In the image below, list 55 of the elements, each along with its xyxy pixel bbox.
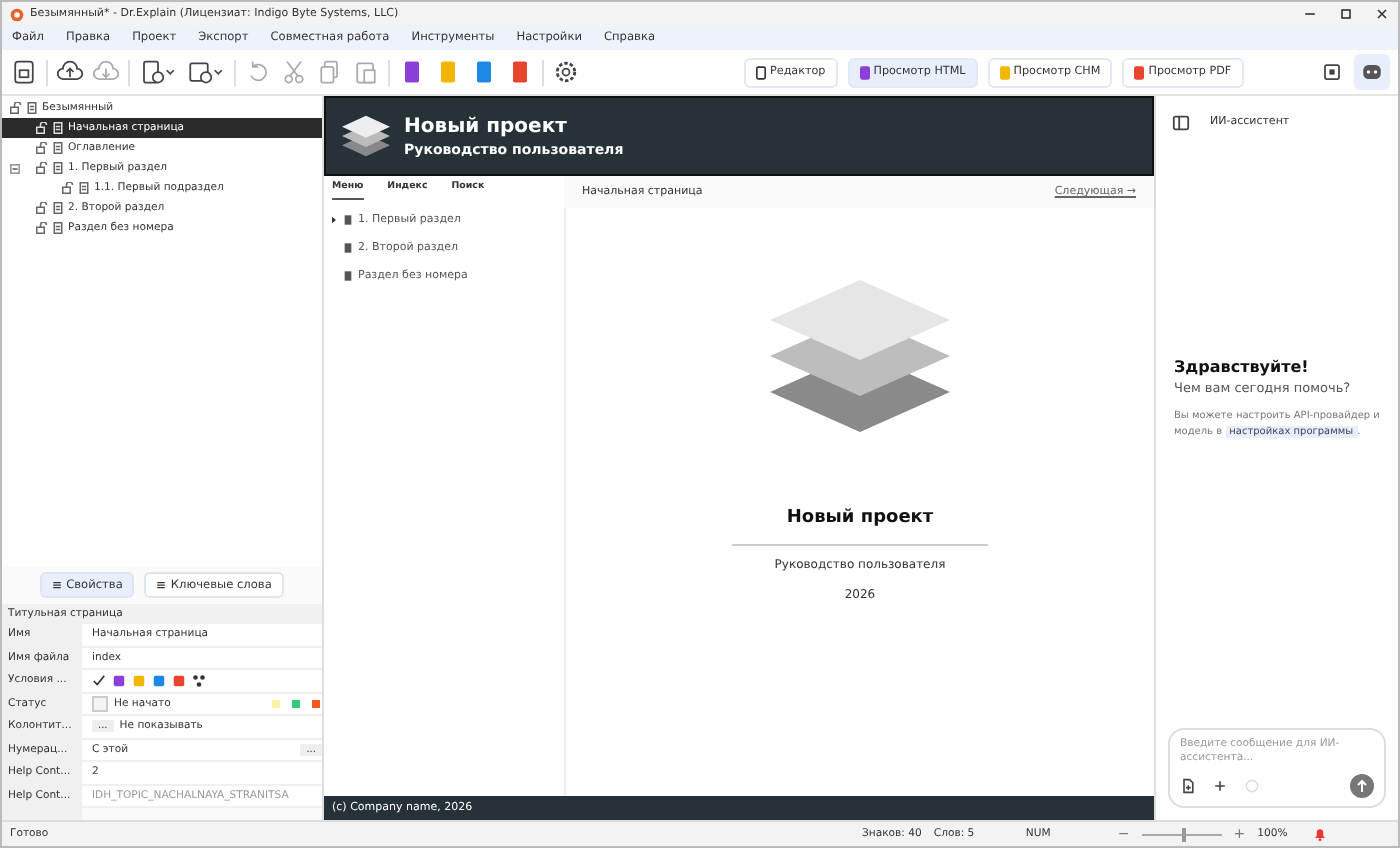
status-checkbox[interactable] — [92, 695, 108, 712]
expand-arrow-icon[interactable] — [330, 216, 338, 224]
status-color[interactable] — [312, 699, 320, 708]
spinner-icon — [1244, 778, 1260, 794]
bell-icon[interactable] — [1311, 826, 1328, 842]
settings-icon[interactable] — [552, 58, 580, 86]
document-icon — [859, 65, 870, 79]
cut-icon[interactable] — [280, 58, 308, 86]
page-icon — [26, 102, 38, 114]
panel-icon[interactable] — [1318, 58, 1346, 86]
cloud-upload-icon[interactable] — [56, 58, 84, 86]
page-icon — [344, 270, 352, 282]
page-title: Новый проект — [786, 508, 934, 528]
project-title: Новый проект — [404, 115, 569, 137]
slider-thumb[interactable] — [1181, 827, 1186, 841]
tab-icon — [52, 578, 63, 592]
lock-icon — [36, 202, 48, 214]
close-icon[interactable] — [1374, 6, 1390, 22]
page-icon — [52, 162, 64, 174]
lock-icon — [62, 182, 74, 194]
document-icon — [756, 65, 766, 79]
app-logo-icon — [10, 7, 24, 21]
paste-icon[interactable] — [352, 58, 380, 86]
save-icon[interactable] — [10, 58, 38, 86]
page-icon — [52, 222, 64, 234]
lock-icon — [36, 222, 48, 234]
send-button[interactable] — [1350, 774, 1374, 798]
tab-icon — [156, 578, 167, 592]
lock-icon — [10, 102, 22, 114]
document-icon — [1134, 65, 1145, 79]
attach-file-icon[interactable] — [1180, 778, 1196, 794]
page-icon — [52, 142, 64, 154]
add-document-icon[interactable] — [138, 58, 178, 86]
lock-icon — [36, 142, 48, 154]
document-icon — [999, 65, 1010, 79]
assistant-icon[interactable] — [1354, 54, 1390, 90]
lock-icon — [36, 162, 48, 174]
page-icon — [344, 242, 352, 254]
lock-icon — [36, 122, 48, 134]
network-icon[interactable] — [192, 673, 206, 688]
check-icon[interactable] — [92, 673, 106, 688]
page-icon — [344, 214, 352, 226]
status-color[interactable] — [272, 699, 280, 708]
layers-logo-icon — [338, 112, 394, 160]
collapse-icon[interactable] — [10, 163, 20, 173]
greeting: Здравствуйте! — [1174, 357, 1311, 375]
page-icon — [52, 202, 64, 214]
page-icon — [78, 182, 90, 194]
maximize-icon[interactable] — [1338, 6, 1354, 22]
add-window-icon[interactable] — [186, 58, 226, 86]
page-icon — [52, 122, 64, 134]
sidebar-icon[interactable] — [1172, 113, 1190, 131]
copy-icon[interactable] — [316, 58, 344, 86]
plus-icon[interactable] — [1212, 778, 1228, 794]
status-color[interactable] — [292, 699, 300, 708]
